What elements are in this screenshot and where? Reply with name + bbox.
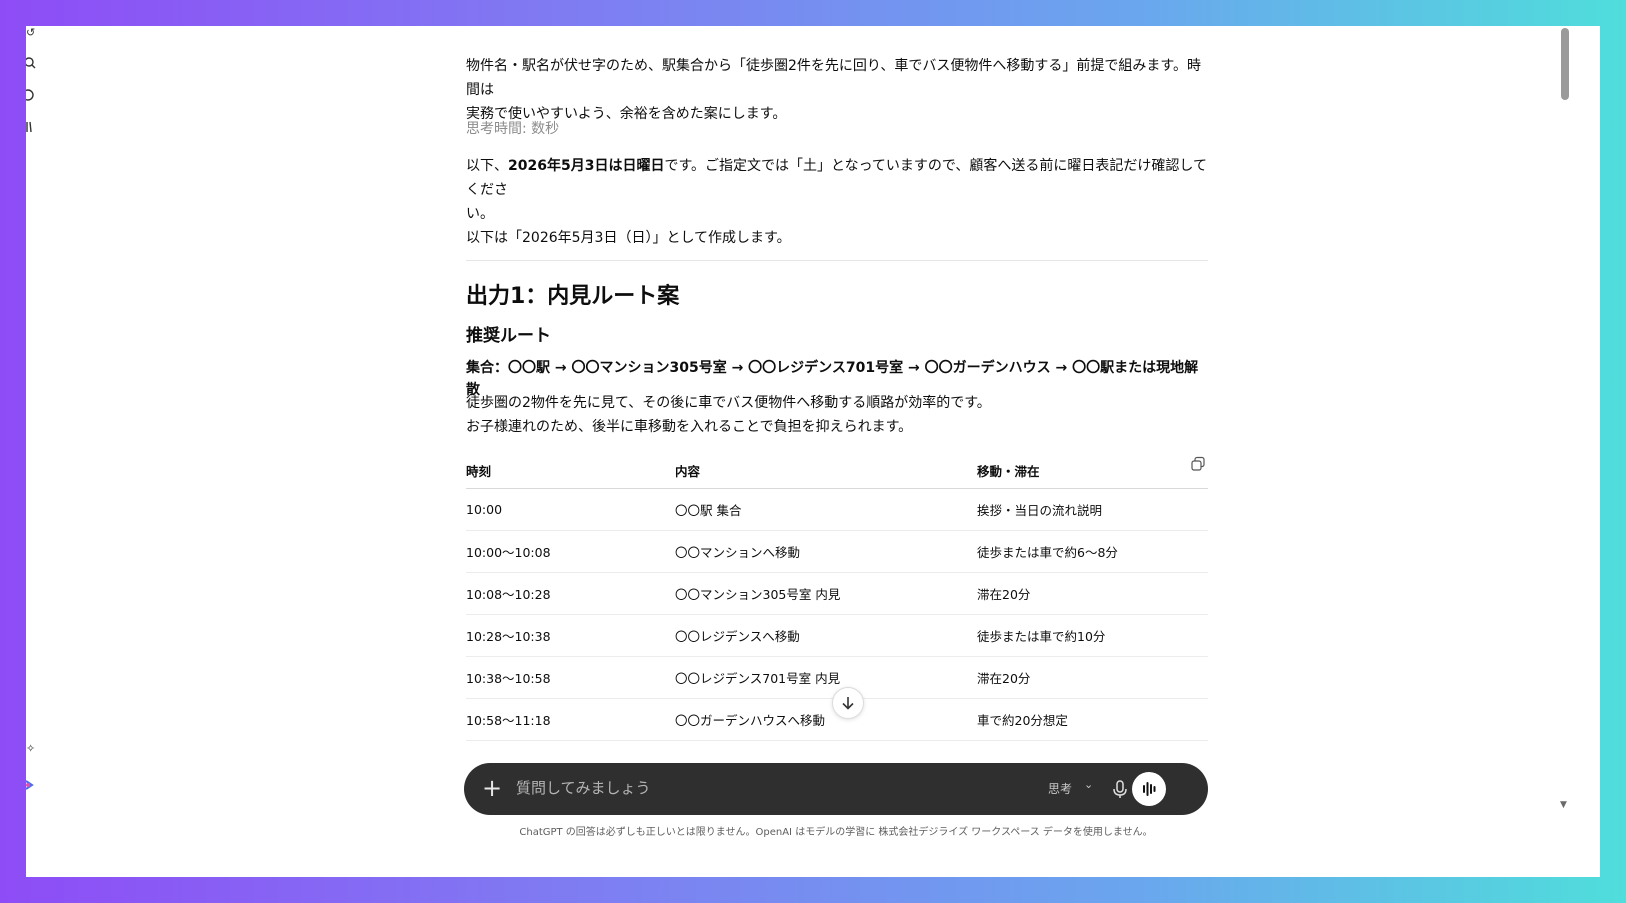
disclaimer-text: ChatGPT の回答は必ずしも正しいとは限りません。OpenAI はモデルの学… bbox=[519, 827, 1153, 838]
thinking-time-label[interactable]: 思考時間: 数秒 bbox=[466, 121, 559, 137]
sidebar-avatar-icon[interactable] bbox=[26, 778, 38, 792]
voice-mode-icon bbox=[1143, 782, 1156, 796]
chevron-down-icon[interactable]: ⌄ bbox=[1084, 778, 1093, 791]
route-desc-line-1: 徒歩圏の2物件を先に見て、その後に車でバス便物件へ移動する順路が効率的です。 bbox=[466, 395, 991, 411]
table-cell-move: 滞在20分 bbox=[977, 656, 1208, 699]
table-row: 10:00 〇〇駅 集合 挨拶・当日の流れ説明 bbox=[466, 488, 1208, 531]
sidebar-images-icon[interactable] bbox=[26, 88, 38, 102]
copy-icon[interactable] bbox=[1190, 456, 1206, 472]
table-header-content: 内容 bbox=[675, 456, 977, 489]
intro-line-2: 実務で使いやすいよう、余裕を含めた案にします。 bbox=[466, 106, 787, 122]
scroll-to-bottom-button[interactable] bbox=[832, 687, 864, 719]
app-window: ↺ ✧ 物件名・駅名が伏せ字のため、駅集合から「徒歩圏2件を先に回り、車でバス便… bbox=[26, 26, 1600, 877]
table-cell-time: 10:00 bbox=[466, 488, 675, 531]
scrollbar-down-arrow-icon[interactable]: ▼ bbox=[1560, 800, 1567, 810]
table-cell-move: 挨拶・当日の流れ説明 bbox=[977, 488, 1208, 531]
route-desc-line-2: お子様連れのため、後半に車移動を入れることで負担を抑えられます。 bbox=[466, 419, 913, 435]
page-scrollbar[interactable]: ▼ bbox=[1560, 26, 1570, 877]
table-cell-move: 徒歩または車で約6〜8分 bbox=[977, 530, 1208, 573]
date-note-line-3: 以下は「2026年5月3日（日）」として作成します。 bbox=[466, 230, 791, 246]
left-sidebar-rail: ↺ ✧ bbox=[26, 26, 48, 877]
table-cell-move: 車で約20分想定 bbox=[977, 698, 1208, 741]
table-row: 10:00〜10:08 〇〇マンションへ移動 徒歩または車で約6〜8分 bbox=[466, 530, 1208, 573]
table-cell-content: 〇〇ガーデンハウスへ移動 bbox=[675, 698, 977, 741]
composer-input[interactable]: 質問してみましょう bbox=[516, 777, 651, 798]
table-header-time: 時刻 bbox=[466, 456, 675, 489]
table-cell-time: 10:08〜10:28 bbox=[466, 572, 675, 615]
table-cell-time: 10:00〜10:08 bbox=[466, 530, 675, 573]
table-header-move: 移動・滞在 bbox=[977, 456, 1208, 489]
subsection-title: 推奨ルート bbox=[466, 326, 551, 346]
section-title: 出力1：内見ルート案 bbox=[466, 284, 680, 309]
sidebar-sparkle-icon[interactable]: ✧ bbox=[26, 742, 38, 756]
table-cell-content: 〇〇マンションへ移動 bbox=[675, 530, 977, 573]
date-note: 以下、2026年5月3日は日曜日です。ご指定文では「土」となっていますので、顧客… bbox=[466, 154, 1208, 202]
intro-line-1: 物件名・駅名が伏せ字のため、駅集合から「徒歩圏2件を先に回り、車でバス便物件へ移… bbox=[466, 58, 1201, 98]
table-header-row: 時刻 内容 移動・滞在 bbox=[466, 456, 1208, 489]
thinking-mode-selector[interactable]: 思考 bbox=[1048, 780, 1072, 797]
plus-icon[interactable]: + bbox=[480, 776, 504, 800]
section-divider bbox=[466, 260, 1208, 261]
table-row: 10:08〜10:28 〇〇マンション305号室 内見 滞在20分 bbox=[466, 572, 1208, 615]
table-cell-content: 〇〇レジデンス701号室 内見 bbox=[675, 656, 977, 699]
table-cell-content: 〇〇マンション305号室 内見 bbox=[675, 572, 977, 615]
voice-mode-button[interactable] bbox=[1132, 772, 1166, 806]
date-note-wrap: い。 bbox=[466, 206, 494, 222]
sidebar-search-icon[interactable] bbox=[26, 56, 38, 70]
table-cell-content: 〇〇駅 集合 bbox=[675, 488, 977, 531]
scrollbar-thumb[interactable] bbox=[1561, 28, 1569, 100]
table-cell-move: 滞在20分 bbox=[977, 572, 1208, 615]
table-row: 10:28〜10:38 〇〇レジデンスへ移動 徒歩または車で約10分 bbox=[466, 614, 1208, 657]
date-note-prefix: 以下、 bbox=[466, 158, 508, 174]
arrow-down-icon bbox=[842, 697, 854, 710]
sidebar-library-icon[interactable] bbox=[26, 120, 38, 134]
table-cell-time: 10:28〜10:38 bbox=[466, 614, 675, 657]
table-cell-time: 10:58〜11:18 bbox=[466, 698, 675, 741]
microphone-icon[interactable] bbox=[1109, 777, 1131, 801]
sidebar-new-chat-icon[interactable]: ↺ bbox=[26, 26, 38, 40]
table-cell-time: 10:38〜10:58 bbox=[466, 656, 675, 699]
table-cell-move: 徒歩または車で約10分 bbox=[977, 614, 1208, 657]
date-note-bold: 2026年5月3日は日曜日 bbox=[508, 158, 665, 174]
table-cell-content: 〇〇レジデンスへ移動 bbox=[675, 614, 977, 657]
message-composer: + 質問してみましょう 思考 ⌄ bbox=[464, 763, 1208, 815]
